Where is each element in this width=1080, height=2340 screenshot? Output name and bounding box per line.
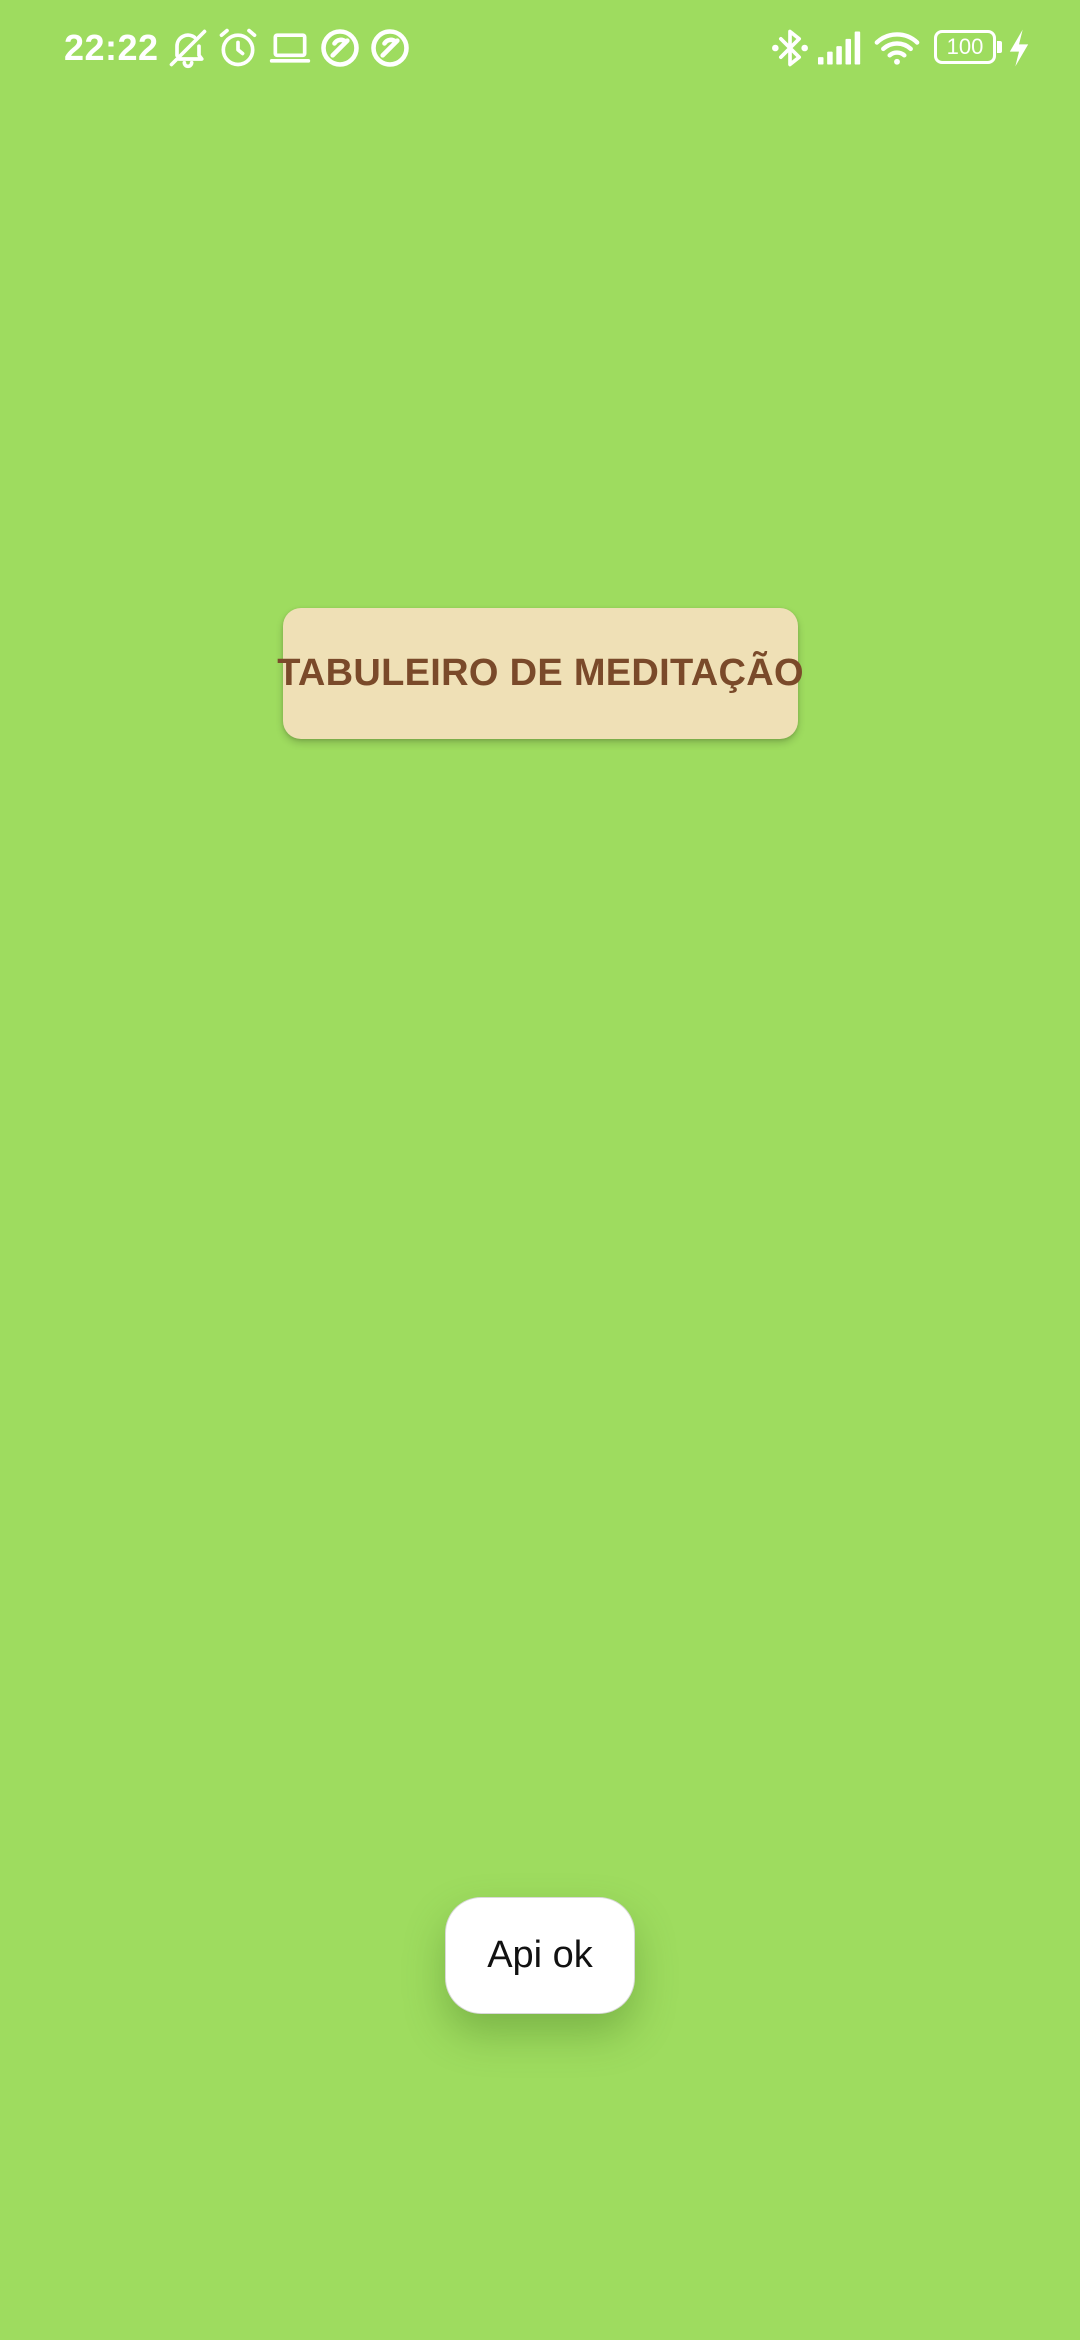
- alarm-icon: [216, 26, 260, 70]
- app-circle-icon: [368, 26, 412, 70]
- bell-off-icon: [166, 26, 210, 70]
- bluetooth-icon: [768, 26, 812, 70]
- charging-icon: [1006, 26, 1032, 70]
- toast-message: Api ok: [445, 1897, 635, 2014]
- app-circle-icon: [318, 26, 362, 70]
- status-time: 22:22: [64, 27, 159, 68]
- battery-icon: 100: [934, 30, 1002, 64]
- status-bar: 22:22 100: [0, 0, 1080, 96]
- signal-icon: [816, 26, 864, 70]
- battery-level: 100: [946, 34, 984, 59]
- wifi-icon: [872, 26, 922, 70]
- meditation-board-button[interactable]: TABULEIRO DE MEDITAÇÃO: [277, 608, 804, 739]
- laptop-icon: [268, 26, 312, 70]
